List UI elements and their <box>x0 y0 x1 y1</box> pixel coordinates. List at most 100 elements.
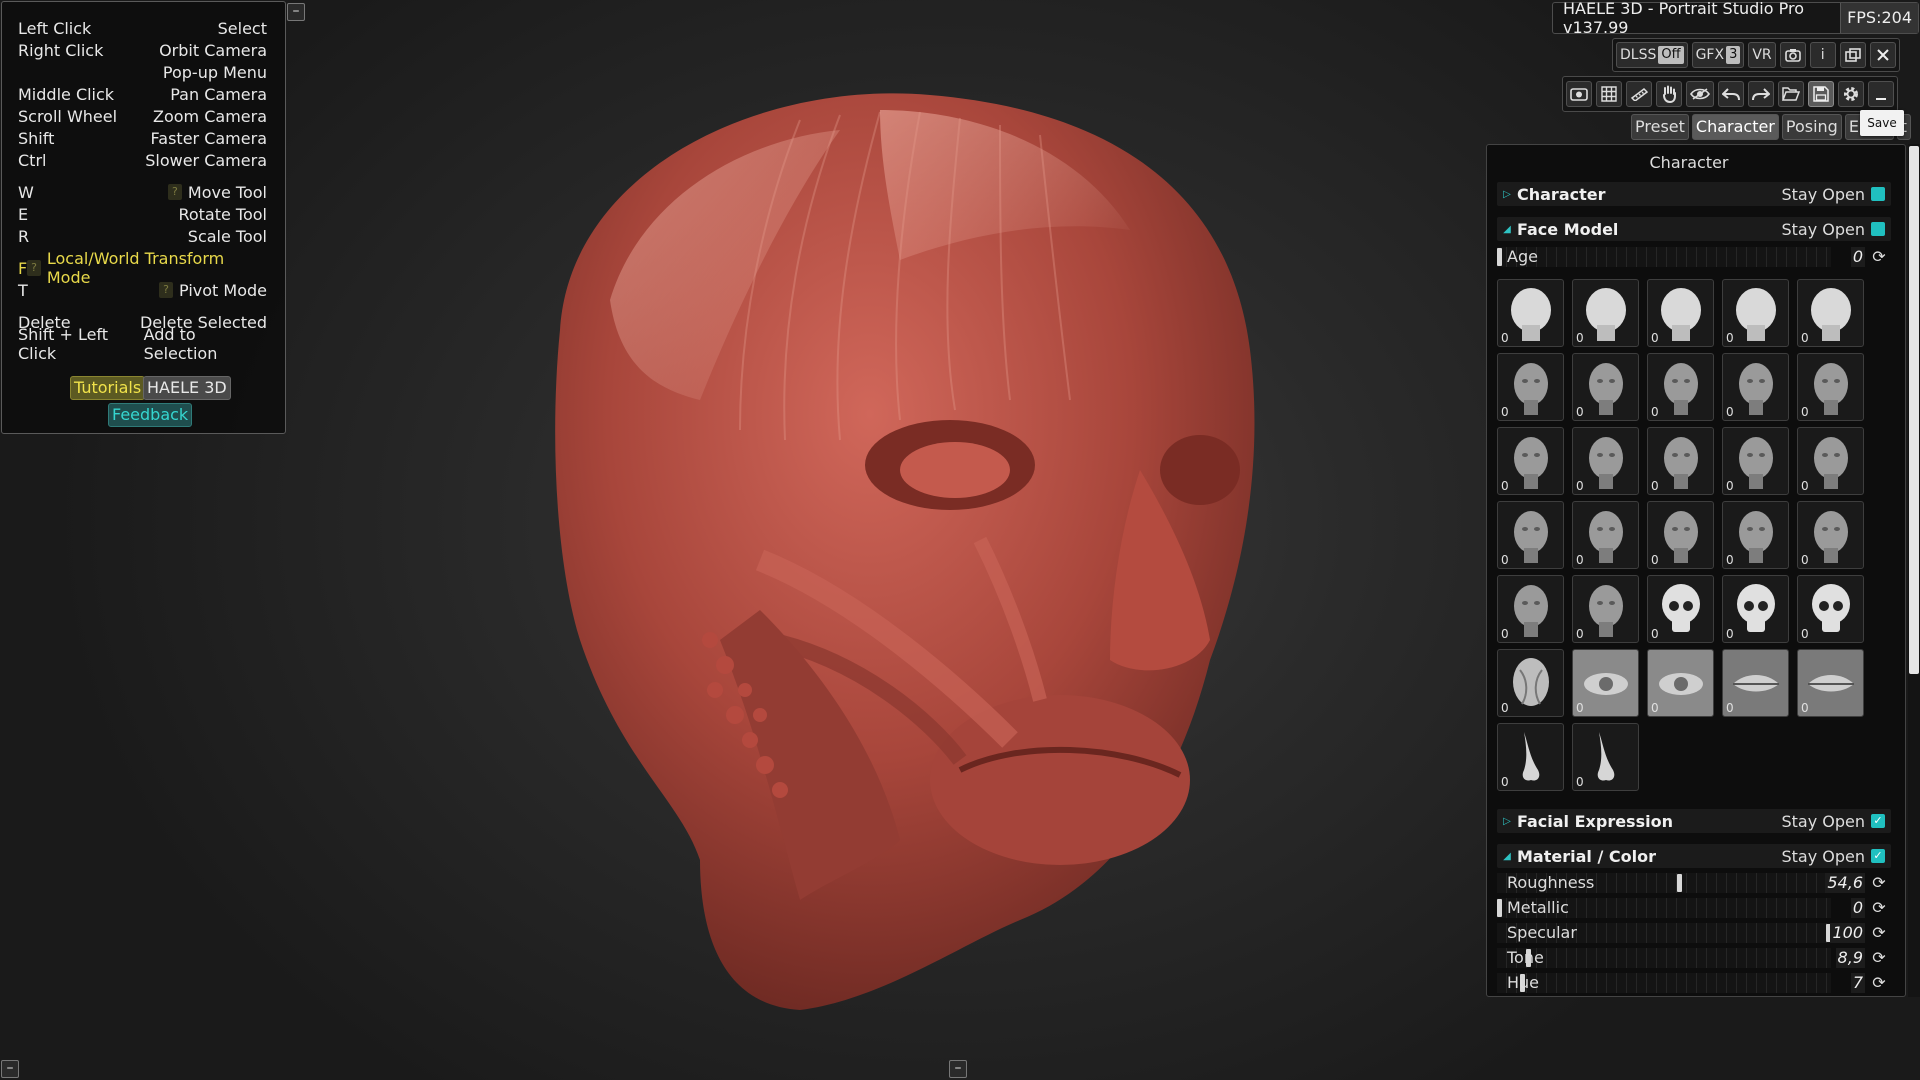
face-model-thumbnail[interactable]: 0 <box>1497 501 1564 569</box>
slider-value[interactable]: 100 <box>1830 923 1865 943</box>
face-model-thumbnail[interactable]: 0 <box>1572 575 1639 643</box>
face-model-thumbnail[interactable]: 0 <box>1572 353 1639 421</box>
gear-icon[interactable] <box>1838 81 1864 107</box>
slider-handle[interactable] <box>1497 248 1502 266</box>
face-model-thumbnail[interactable]: 0 <box>1572 723 1639 791</box>
thumbnail-count: 0 <box>1801 479 1809 493</box>
reset-icon[interactable]: ⟳ <box>1869 973 1889 993</box>
thumbnail-count: 0 <box>1651 627 1659 641</box>
camera-icon[interactable] <box>1779 42 1806 68</box>
scrollbar-thumb[interactable] <box>1909 146 1919 674</box>
help-value: Pop-up Menu <box>162 62 267 82</box>
specular-slider[interactable]: Specular 100 ⟳ <box>1497 922 1891 944</box>
tab-character[interactable]: Character <box>1691 114 1779 140</box>
face-model-thumbnail[interactable]: 0 <box>1647 649 1714 717</box>
window-icon[interactable] <box>1839 42 1866 68</box>
expanded-triangle-icon: ◢ <box>1503 850 1511 862</box>
reset-icon[interactable]: ⟳ <box>1869 923 1889 943</box>
face-model-thumbnail[interactable]: 0 <box>1497 279 1564 347</box>
slider-value[interactable]: 8,9 <box>1835 948 1865 968</box>
screenshot-icon[interactable] <box>1566 81 1592 107</box>
section-title: Face Model <box>1517 219 1619 239</box>
section-face-model[interactable]: ◢ Face Model Stay Open <box>1497 217 1891 241</box>
haele-3d-button[interactable]: HAELE 3D <box>143 376 231 400</box>
grid-icon[interactable] <box>1596 81 1622 107</box>
tutorials-button[interactable]: Tutorials <box>70 376 146 400</box>
face-model-thumbnail[interactable]: 0 <box>1497 723 1564 791</box>
face-model-thumbnail[interactable]: 0 <box>1722 649 1789 717</box>
ruler-icon[interactable] <box>1626 81 1652 107</box>
info-button[interactable]: i <box>1809 42 1836 68</box>
help-value: Rotate Tool <box>178 204 267 224</box>
face-model-thumbnail[interactable]: 0 <box>1797 279 1864 347</box>
tab-posing[interactable]: Posing <box>1781 114 1842 140</box>
reset-icon[interactable]: ⟳ <box>1869 247 1889 267</box>
face-model-thumbnail[interactable]: 0 <box>1722 427 1789 495</box>
face-model-thumbnail[interactable]: 0 <box>1647 501 1714 569</box>
slider-handle[interactable] <box>1677 874 1682 892</box>
help-question-icon[interactable]: ? <box>27 260 41 276</box>
collapse-left-button[interactable]: – <box>1 1060 19 1078</box>
slider-value[interactable]: 7 <box>1850 973 1865 993</box>
section-material-color[interactable]: ◢ Material / Color Stay Open ✓ <box>1497 844 1891 868</box>
collapse-help-button[interactable]: – <box>287 3 305 21</box>
face-model-thumbnail[interactable]: 0 <box>1497 649 1564 717</box>
slider-value[interactable]: 0 <box>1850 247 1865 267</box>
stay-open-checkbox[interactable]: ✓ <box>1871 849 1885 863</box>
reset-icon[interactable]: ⟳ <box>1869 873 1889 893</box>
stay-open-checkbox[interactable] <box>1871 222 1885 236</box>
stay-open-checkbox[interactable] <box>1871 187 1885 201</box>
hand-icon[interactable] <box>1656 81 1682 107</box>
slider-value[interactable]: 54,6 <box>1825 873 1865 893</box>
collapse-bottom-button[interactable]: – <box>949 1060 967 1078</box>
face-model-thumbnail[interactable]: 0 <box>1497 427 1564 495</box>
face-model-thumbnail[interactable]: 0 <box>1797 353 1864 421</box>
face-model-thumbnail[interactable]: 0 <box>1797 427 1864 495</box>
face-model-thumbnail[interactable]: 0 <box>1797 575 1864 643</box>
face-model-thumbnail[interactable]: 0 <box>1497 353 1564 421</box>
folder-open-icon[interactable] <box>1778 81 1804 107</box>
panel-scrollbar[interactable] <box>1908 144 1920 997</box>
stay-open-checkbox[interactable]: ✓ <box>1871 814 1885 828</box>
tools-toolbar <box>1562 76 1898 112</box>
close-icon[interactable] <box>1869 42 1896 68</box>
reset-icon[interactable]: ⟳ <box>1869 898 1889 918</box>
face-model-thumbnail[interactable]: 0 <box>1647 279 1714 347</box>
face-model-thumbnail[interactable]: 0 <box>1572 501 1639 569</box>
reset-icon[interactable]: ⟳ <box>1869 948 1889 968</box>
face-model-thumbnail[interactable]: 0 <box>1797 649 1864 717</box>
face-model-thumbnail[interactable]: 0 <box>1497 575 1564 643</box>
face-model-thumbnail[interactable]: 0 <box>1572 649 1639 717</box>
gfx-dropdown[interactable]: GFX 3 <box>1691 42 1745 68</box>
slider-value[interactable]: 0 <box>1850 898 1865 918</box>
section-character[interactable]: ▷ Character Stay Open <box>1497 182 1891 206</box>
face-model-thumbnail[interactable]: 0 <box>1722 353 1789 421</box>
face-model-thumbnail[interactable]: 0 <box>1722 279 1789 347</box>
dlss-dropdown[interactable]: DLSS Off <box>1616 42 1688 68</box>
eye-icon[interactable] <box>1686 81 1714 107</box>
help-question-icon[interactable]: ? <box>167 184 182 200</box>
tab-preset[interactable]: Preset <box>1631 114 1689 140</box>
roughness-slider[interactable]: Roughness 54,6 ⟳ <box>1497 872 1891 894</box>
save-icon[interactable] <box>1808 81 1834 107</box>
face-model-thumbnail[interactable]: 0 <box>1797 501 1864 569</box>
undo-icon[interactable] <box>1718 81 1744 107</box>
face-model-thumbnail[interactable]: 0 <box>1647 575 1714 643</box>
face-model-thumbnail[interactable]: 0 <box>1722 501 1789 569</box>
section-facial-expression[interactable]: ▷ Facial Expression Stay Open ✓ <box>1497 809 1891 833</box>
face-model-thumbnail[interactable]: 0 <box>1572 427 1639 495</box>
vr-button[interactable]: VR <box>1748 42 1776 68</box>
help-question-icon[interactable]: ? <box>159 282 174 298</box>
metallic-slider[interactable]: Metallic 0 ⟳ <box>1497 897 1891 919</box>
feedback-button[interactable]: Feedback <box>108 403 193 427</box>
tone-slider[interactable]: Tone 8,9 ⟳ <box>1497 947 1891 969</box>
age-slider[interactable]: Age 0 ⟳ <box>1497 246 1891 268</box>
face-model-thumbnail[interactable]: 0 <box>1722 575 1789 643</box>
redo-icon[interactable] <box>1748 81 1774 107</box>
face-model-thumbnail[interactable]: 0 <box>1572 279 1639 347</box>
face-model-thumbnail[interactable]: 0 <box>1647 353 1714 421</box>
face-model-thumbnail[interactable]: 0 <box>1647 427 1714 495</box>
slider-handle[interactable] <box>1497 899 1502 917</box>
hue-slider[interactable]: Hue 7 ⟳ <box>1497 972 1891 994</box>
minimize-icon[interactable] <box>1868 81 1894 107</box>
